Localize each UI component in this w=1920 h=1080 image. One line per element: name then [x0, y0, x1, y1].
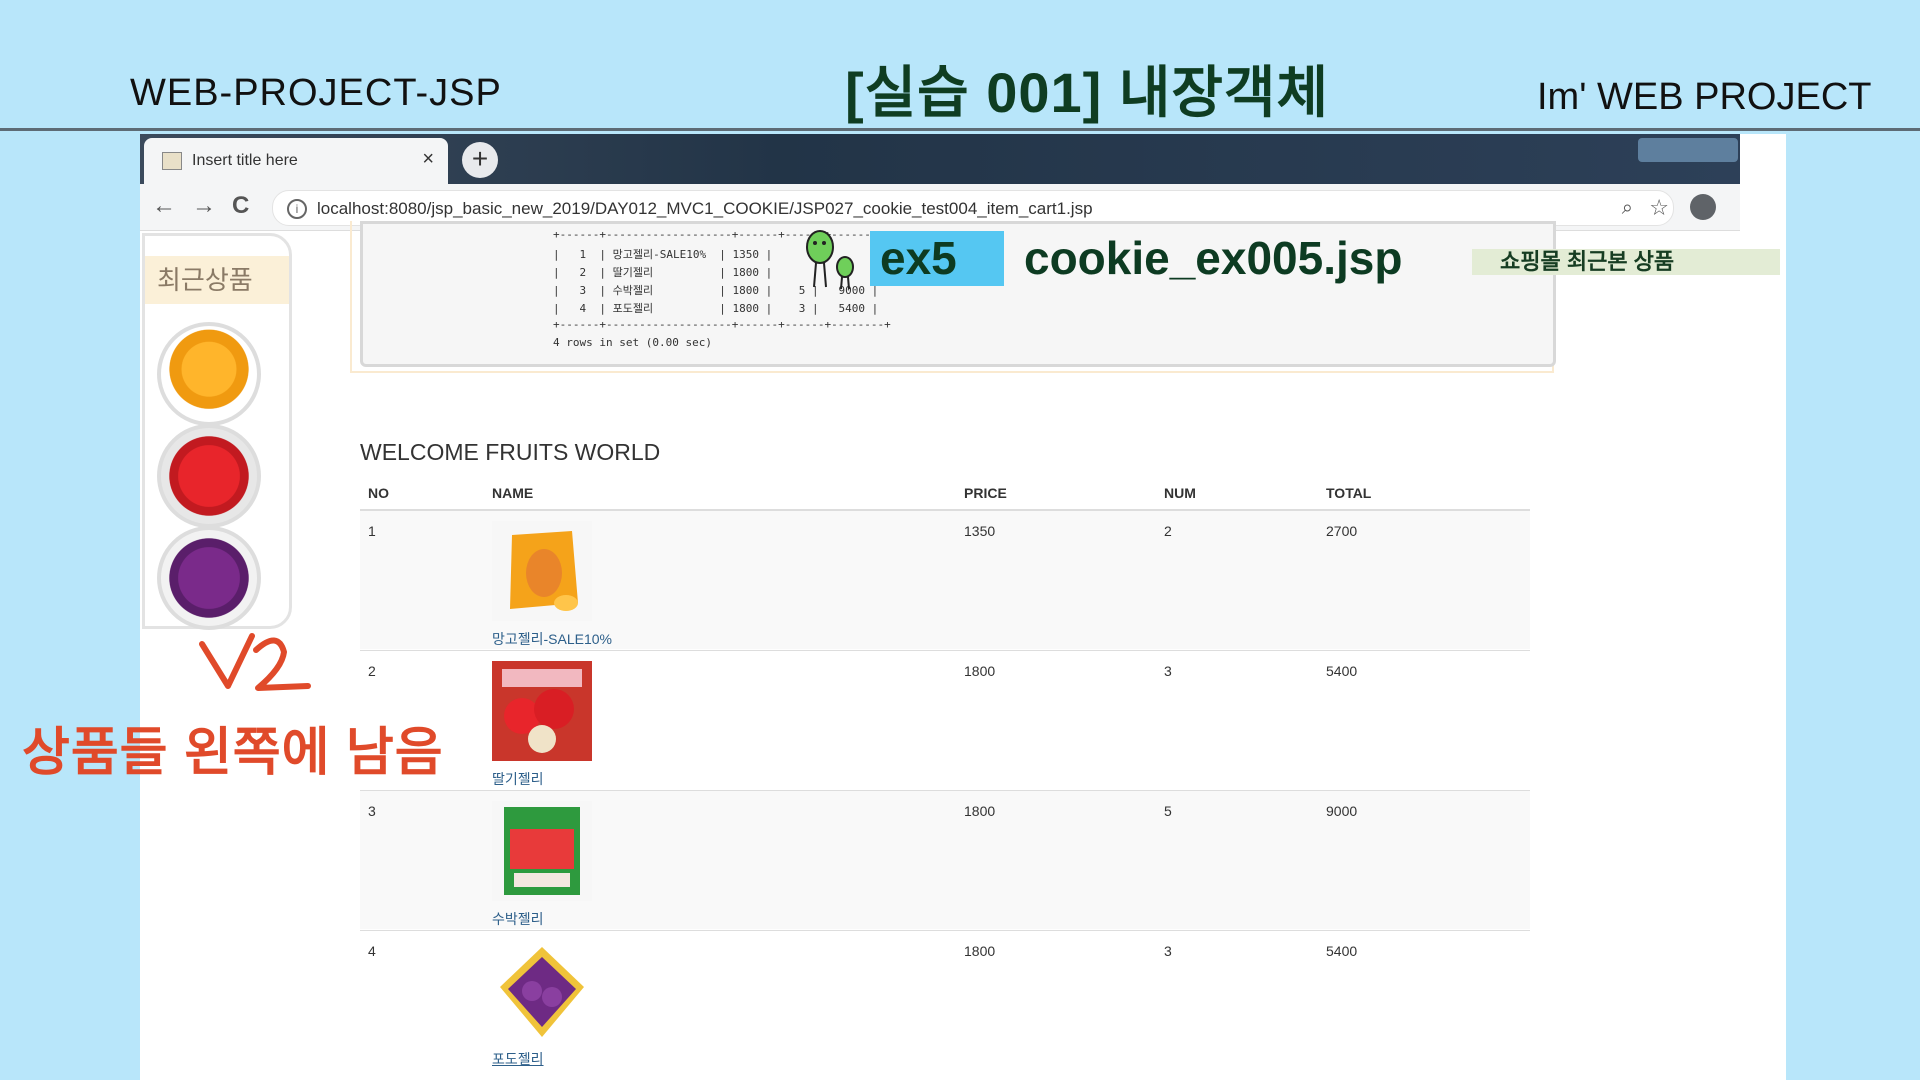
sql-row: | 2 | 딸기젤리 | 1800 |: [553, 266, 773, 279]
cell-price: 1800: [964, 803, 996, 819]
exercise-badge: ex5: [870, 231, 1004, 286]
tab-bar: Insert title here × +: [140, 134, 1740, 184]
sql-border-bottom: +------+-------------------+------+-----…: [553, 318, 891, 331]
slide-header: WEB-PROJECT-JSP [실습 001] 내장객체 Im' WEB PR…: [0, 0, 1920, 131]
cell-num: 3: [1164, 663, 1172, 679]
cell-num: 3: [1164, 943, 1172, 959]
page-favicon-icon: [162, 152, 182, 170]
row-divider: [360, 650, 1530, 651]
sql-row: | 4 | 포도젤리 | 1800 | 3 | 5400 |: [553, 302, 879, 315]
product-link[interactable]: 포도젤리: [492, 1049, 544, 1069]
cell-no: 3: [368, 803, 376, 819]
cart-heading: WELCOME FRUITS WORLD: [360, 439, 661, 465]
annotation-text: 상품들 왼쪽에 남음: [22, 724, 444, 782]
cell-price: 1800: [964, 943, 996, 959]
recent-item-strawberry[interactable]: [157, 424, 261, 528]
mango-jelly-image[interactable]: [492, 521, 592, 621]
column-header-no: NO: [368, 485, 389, 501]
column-header-name: NAME: [492, 485, 534, 501]
recent-item-mango[interactable]: [157, 322, 261, 426]
watermelon-jelly-image[interactable]: [492, 801, 592, 901]
cell-no: 1: [368, 523, 376, 539]
slide-center-title: [실습 001] 내장객체: [845, 61, 1329, 124]
note-label: 쇼핑몰 최근본 상품: [1472, 249, 1780, 275]
cell-price: 1800: [964, 663, 996, 679]
cell-total: 5400: [1326, 663, 1358, 679]
new-tab-button[interactable]: +: [462, 142, 498, 178]
cell-no: 4: [368, 943, 376, 959]
sql-row: | 1 | 망고젤리-SALE10% | 1350 |: [553, 248, 773, 261]
close-tab-icon[interactable]: ×: [422, 148, 434, 171]
column-header-num: NUM: [1164, 485, 1196, 501]
cell-no: 2: [368, 663, 376, 679]
forward-icon[interactable]: →: [192, 192, 216, 220]
product-link[interactable]: 수박젤리: [492, 909, 544, 929]
slide-left-title: WEB-PROJECT-JSP: [130, 72, 502, 114]
column-header-price: PRICE: [964, 485, 1007, 501]
product-link[interactable]: 딸기젤리: [492, 769, 544, 789]
cell-total: 5400: [1326, 943, 1358, 959]
cell-price: 1350: [964, 523, 996, 539]
recent-items-title: 최근상품: [145, 256, 289, 304]
tab-title: Insert title here: [192, 152, 298, 169]
cell-total: 9000: [1326, 803, 1358, 819]
page-content: 최근상품 +------+-------------------+------+…: [140, 221, 1780, 1080]
browser-window: Insert title here × + ← → C i localhost:…: [140, 134, 1780, 1080]
cell-total: 2700: [1326, 523, 1358, 539]
account-icon[interactable]: [1690, 194, 1716, 220]
sql-footer: 4 rows in set (0.00 sec): [553, 336, 712, 349]
cell-num: 5: [1164, 803, 1172, 819]
strawberry-jelly-image[interactable]: [492, 661, 592, 761]
recent-item-grape[interactable]: [157, 526, 261, 630]
reload-icon[interactable]: C: [232, 192, 249, 220]
mascot-icon: [806, 230, 854, 290]
bookmark-star-icon[interactable]: ☆: [1649, 195, 1669, 221]
recent-items-sidebar: 최근상품: [142, 233, 292, 630]
window-controls[interactable]: [1638, 138, 1738, 162]
cell-num: 2: [1164, 523, 1172, 539]
slide-right-border: [1780, 134, 1786, 1080]
grape-jelly-image[interactable]: [492, 941, 592, 1041]
handwritten-check-icon: [199, 633, 311, 691]
column-header-total: TOTAL: [1326, 485, 1372, 501]
exercise-filename: cookie_ex005.jsp: [1024, 232, 1403, 284]
url-text: localhost:8080/jsp_basic_new_2019/DAY012…: [317, 199, 1093, 218]
browser-tab[interactable]: Insert title here ×: [144, 138, 448, 184]
row-divider: [360, 930, 1530, 931]
product-link[interactable]: 망고젤리-SALE10%: [492, 629, 612, 649]
info-icon[interactable]: i: [287, 199, 307, 219]
back-icon[interactable]: ←: [152, 192, 176, 220]
zoom-icon[interactable]: ⌕: [1622, 197, 1633, 220]
slide-right-title: Im' WEB PROJECT: [1537, 76, 1872, 118]
